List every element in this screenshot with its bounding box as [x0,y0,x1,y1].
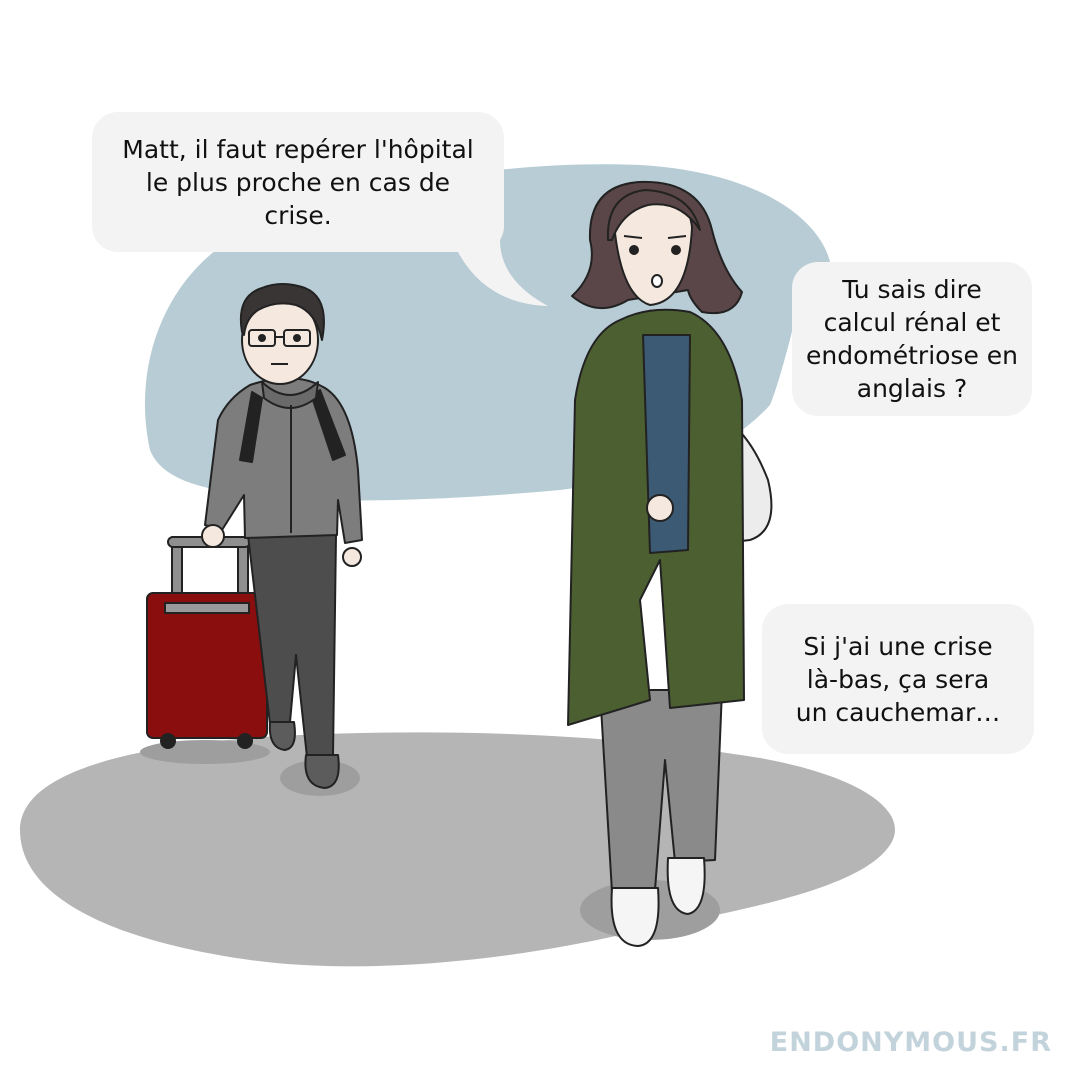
speech-bubble-nightmare: Si j'ai une crise là-bas, ça sera un cau… [762,604,1034,754]
speech-bubble-tail [452,240,548,306]
speech-bubble-question: Tu sais dire calcul rénal et endométrios… [792,262,1032,416]
site-watermark: ENDONYMOUS.FR [769,1027,1052,1058]
comic-panel: Matt, il faut repérer l'hôpital le plus … [0,0,1080,1081]
floor-shadow [20,732,895,967]
speech-bubble-hospital: Matt, il faut repérer l'hôpital le plus … [92,112,504,252]
red-suitcase [146,536,268,749]
